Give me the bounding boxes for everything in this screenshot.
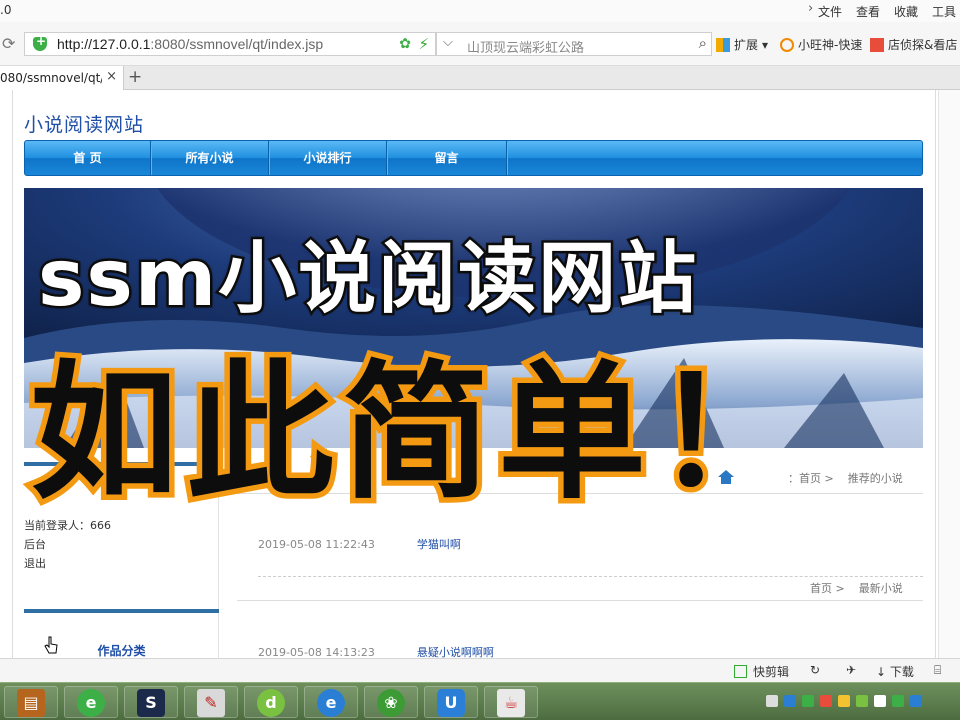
tray-chat-icon[interactable]: [856, 695, 868, 707]
book-icon: ▤: [17, 689, 45, 717]
taskbar: ▤ e S ✎ d e ❀ U ☕: [0, 682, 960, 720]
backend-link[interactable]: 后台: [24, 535, 111, 554]
editor-icon: d: [257, 689, 285, 717]
hand-cursor-icon: [44, 636, 58, 654]
browser-statusbar: 快剪辑 ↻ ✈ ↓ 下载 ⌸: [0, 658, 960, 682]
logout-link[interactable]: 退出: [24, 554, 111, 573]
tab-strip: 080/ssmnovel/qt/in × +: [0, 66, 960, 90]
nav-messages[interactable]: 留言: [387, 141, 507, 175]
search-input[interactable]: 山顶现云端彩虹公路: [467, 37, 584, 56]
main-nav: 首 页 所有小说 小说排行 留言: [24, 140, 923, 176]
java-icon: ☕: [497, 689, 525, 717]
extensions-icon: [716, 37, 730, 52]
refresh-icon[interactable]: ↻: [810, 663, 820, 677]
store-icon: [870, 37, 884, 52]
browser-menu: 文件 查看 收藏 工具: [818, 3, 956, 20]
nav-novel-ranking[interactable]: 小说排行: [269, 141, 387, 175]
security-shield-icon: [33, 34, 47, 51]
chat-icon[interactable]: ⌸: [934, 663, 941, 678]
store-extension[interactable]: 店侦探&看店: [870, 36, 957, 53]
scrollbar[interactable]: [938, 90, 960, 658]
tray-volume-icon[interactable]: [838, 695, 850, 707]
list-item: 2019-05-08 11:22:43 学猫叫啊: [258, 536, 461, 552]
list-item: 2019-05-08 14:13:23 悬疑小说啊啊啊: [258, 644, 494, 658]
taskbar-app-eclipse[interactable]: S: [124, 686, 178, 718]
dropdown-arrow-icon[interactable]: ▾: [762, 38, 768, 52]
item-date: 2019-05-08 14:13:23: [258, 646, 375, 658]
close-icon[interactable]: ×: [106, 69, 117, 84]
taskbar-app-java[interactable]: ☕: [484, 686, 538, 718]
tab-index[interactable]: 080/ssmnovel/qt/in ×: [0, 66, 124, 90]
item-date: 2019-05-08 11:22:43: [258, 538, 375, 551]
tab-title: 080/ssmnovel/qt/in: [0, 71, 102, 85]
taskbar-app-ie[interactable]: e: [304, 686, 358, 718]
version-text: .0: [0, 3, 12, 17]
divider: [237, 600, 923, 601]
ie-icon: e: [317, 689, 345, 717]
browser-titlebar: .0 › 文件 查看 收藏 工具: [0, 0, 960, 22]
new-tab-button[interactable]: +: [128, 67, 142, 87]
taskbar-app-wechat[interactable]: ❀: [364, 686, 418, 718]
menu-favorites[interactable]: 收藏: [894, 3, 918, 20]
clock-icon: [780, 37, 794, 52]
nav-home[interactable]: 首 页: [25, 141, 151, 175]
search-box[interactable]: ⌵ 山顶现云端彩虹公路 ⌕: [436, 32, 712, 56]
lightning-icon[interactable]: ⚡: [418, 35, 429, 53]
address-toolbar: ⟳ http://127.0.0.1:8080/ssmnovel/qt/inde…: [0, 22, 960, 66]
search-engine-dropdown-icon[interactable]: ⌵: [443, 35, 453, 50]
tray-app-icon[interactable]: [820, 695, 832, 707]
taskbar-app-store[interactable]: U: [424, 686, 478, 718]
novel-link[interactable]: 学猫叫啊: [417, 538, 461, 551]
ide-icon: S: [137, 689, 165, 717]
taskbar-app-book[interactable]: ▤: [4, 686, 58, 718]
overlay-caption-slogan: 如此简单！: [25, 343, 810, 524]
breadcrumb-current: 最新小说: [858, 582, 903, 595]
tray-shield-icon[interactable]: [892, 695, 904, 707]
tray-cloud-icon[interactable]: [910, 695, 922, 707]
novel-link[interactable]: 悬疑小说啊啊啊: [417, 646, 494, 658]
clip-icon: [734, 665, 747, 678]
breadcrumb-home[interactable]: 首页 >: [810, 582, 845, 595]
wangwang-extension[interactable]: 小旺神-快速: [780, 36, 862, 53]
forward-icon[interactable]: ⟳: [2, 34, 15, 53]
menu-tools[interactable]: 工具: [932, 3, 956, 20]
extensions-button[interactable]: 扩展 ▾: [716, 36, 768, 53]
user-info: 当前登录人：666 后台 退出: [24, 516, 111, 573]
sidebar-divider: [24, 609, 219, 613]
tray-security-icon[interactable]: [802, 695, 814, 707]
tray-network-icon[interactable]: [784, 695, 796, 707]
site-title: 小说阅读网站: [24, 114, 145, 136]
breadcrumb-latest: 首页 > 最新小说: [810, 580, 903, 596]
clip-button[interactable]: 快剪辑: [734, 663, 789, 680]
nav-all-novels[interactable]: 所有小说: [151, 141, 269, 175]
divider: [258, 576, 923, 577]
screen: .0 › 文件 查看 收藏 工具 ⟳ http://127.0.0.1:8080…: [0, 0, 960, 720]
bag-icon: U: [437, 689, 465, 717]
notepad-icon: ✎: [197, 689, 225, 717]
pin-icon[interactable]: ✈: [846, 663, 856, 677]
taskbar-app-dreamweaver[interactable]: d: [244, 686, 298, 718]
taskbar-app-browser[interactable]: e: [64, 686, 118, 718]
menu-file[interactable]: 文件: [818, 3, 842, 20]
paw-icon: ❀: [377, 689, 405, 717]
address-url[interactable]: http://127.0.0.1:8080/ssmnovel/qt/index.…: [57, 36, 323, 52]
download-button[interactable]: ↓ 下载: [876, 663, 914, 680]
chevron-right-icon[interactable]: ›: [808, 1, 813, 16]
taskbar-app-notepad[interactable]: ✎: [184, 686, 238, 718]
search-icon[interactable]: ⌕: [699, 34, 707, 52]
tray-arrow-icon[interactable]: [766, 695, 778, 707]
overlay-caption-title: ssm小说阅读网站: [35, 232, 699, 327]
menu-view[interactable]: 查看: [856, 3, 880, 20]
address-bar[interactable]: http://127.0.0.1:8080/ssmnovel/qt/index.…: [24, 32, 436, 56]
system-tray: [766, 695, 922, 707]
browser-icon: e: [77, 689, 105, 717]
breadcrumb-current: 推荐的小说: [847, 472, 903, 485]
compat-mode-icon[interactable]: ✿: [399, 36, 411, 52]
tray-flag-icon[interactable]: [874, 695, 886, 707]
